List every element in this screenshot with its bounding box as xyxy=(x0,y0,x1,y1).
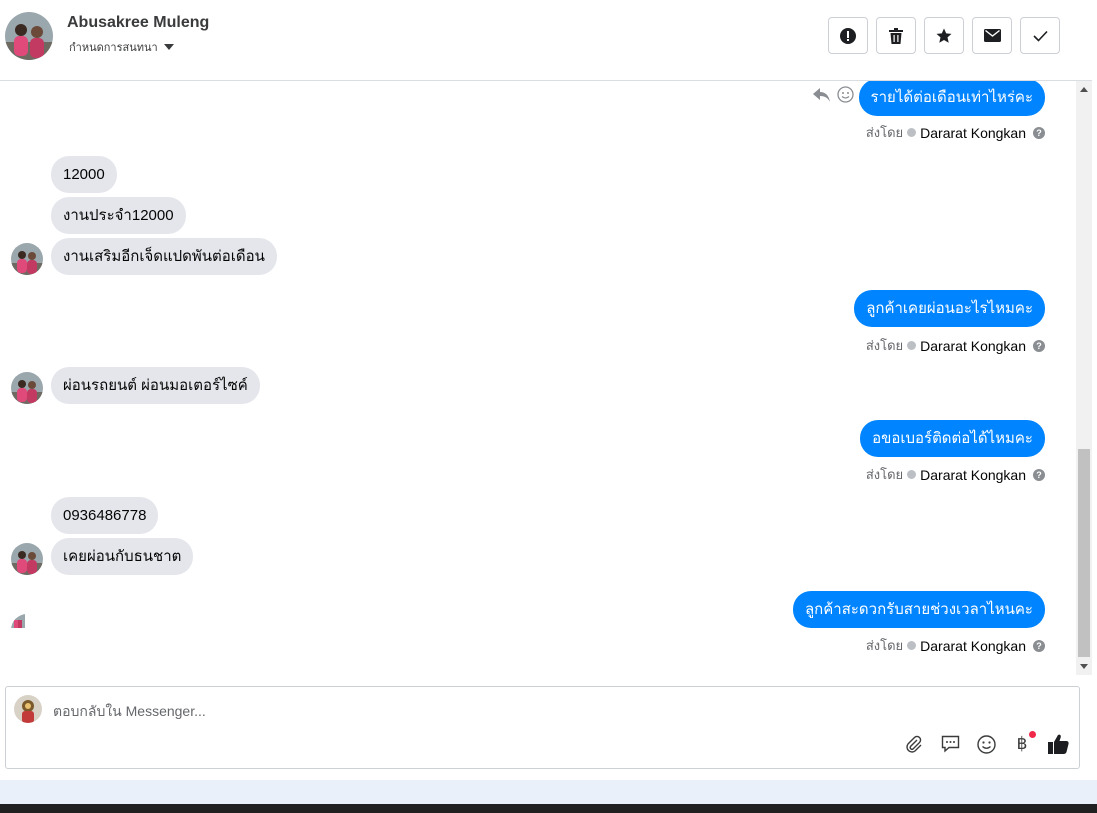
outgoing-message[interactable]: รายได้ต่อเดือนเท่าไหร่คะ xyxy=(858,81,1045,116)
incoming-message[interactable]: งานเสริมอีกเจ็ดแปดพันต่อเดือน xyxy=(51,238,277,275)
like-button[interactable] xyxy=(1047,733,1069,755)
thumbs-up-icon xyxy=(1047,734,1069,754)
reply-icon[interactable] xyxy=(813,87,831,103)
paperclip-icon xyxy=(906,735,922,753)
sent-by-label: ส่งโดย xyxy=(865,638,904,653)
page-footer-strip xyxy=(0,780,1097,804)
star-button[interactable] xyxy=(924,17,964,54)
mark-done-button[interactable] xyxy=(1020,17,1060,54)
incoming-message[interactable]: เคยผ่อนกับธนชาต xyxy=(51,538,194,575)
agent-name[interactable]: Dararat Kongkan xyxy=(920,338,1026,354)
caret-down-icon xyxy=(163,43,174,50)
sent-check-icon xyxy=(907,341,917,350)
outgoing-message[interactable]: ลูกค้าเคยผ่อนอะไรไหมคะ xyxy=(854,290,1045,327)
reply-input[interactable] xyxy=(53,701,953,721)
help-icon[interactable]: ? xyxy=(1033,639,1045,652)
incoming-message[interactable]: ผ่อนรถยนต์ ผ่อนมอเตอร์ไซค์ xyxy=(51,367,260,404)
page-avatar xyxy=(14,695,42,723)
sent-check-icon xyxy=(907,641,917,650)
saved-replies-button[interactable] xyxy=(939,733,961,755)
sent-by-row: ส่งโดย Dararat Kongkan ? xyxy=(866,122,1045,143)
react-icon[interactable] xyxy=(837,86,854,103)
delete-button[interactable] xyxy=(876,17,916,54)
composer-toolbar: ฿ xyxy=(903,731,1069,755)
reply-composer: ฿ xyxy=(5,686,1080,769)
scroll-up-arrow[interactable] xyxy=(1080,87,1088,92)
sent-by-row: ส่งโดย Dararat Kongkan ? xyxy=(866,464,1045,485)
star-icon xyxy=(936,28,952,43)
conversation-header: Abusakree Muleng กำหนดการสนทนา xyxy=(0,0,1092,81)
sent-by-row: ส่งโดย Dararat Kongkan ? xyxy=(866,335,1045,356)
sent-by-row: ส่งโดย Dararat Kongkan ? xyxy=(866,635,1045,656)
contact-avatar-small xyxy=(11,372,43,404)
sent-check-icon xyxy=(907,128,917,137)
exclamation-icon xyxy=(840,27,856,44)
sent-by-label: ส่งโดย xyxy=(865,338,904,353)
mark-unread-button[interactable] xyxy=(972,17,1012,54)
scroll-down-arrow[interactable] xyxy=(1080,664,1088,669)
contact-avatar[interactable] xyxy=(5,12,53,60)
assign-conversation-dropdown[interactable]: กำหนดการสนทนา xyxy=(69,38,174,56)
incoming-message[interactable]: 12000 xyxy=(51,156,117,193)
incoming-message[interactable]: 0936486778 xyxy=(51,497,159,534)
seen-avatar xyxy=(11,614,43,646)
attach-button[interactable] xyxy=(903,733,925,755)
help-icon[interactable]: ? xyxy=(1033,339,1045,352)
os-taskbar xyxy=(0,804,1097,813)
message-actions xyxy=(813,86,854,103)
contact-name[interactable]: Abusakree Muleng xyxy=(67,14,209,32)
help-icon[interactable]: ? xyxy=(1033,126,1045,139)
sent-check-icon xyxy=(907,470,917,479)
contact-avatar-small xyxy=(11,243,43,275)
agent-name[interactable]: Dararat Kongkan xyxy=(920,638,1026,654)
check-icon xyxy=(1032,30,1048,42)
envelope-icon xyxy=(983,29,1001,42)
conversation-toolbar xyxy=(828,17,1060,54)
emoji-icon xyxy=(976,734,996,754)
sent-by-label: ส่งโดย xyxy=(865,125,904,140)
inbox-conversation-view: Abusakree Muleng กำหนดการสนทนา รายได้ต่อ… xyxy=(0,0,1097,813)
incoming-message[interactable]: งานประจำ12000 xyxy=(51,197,186,234)
outgoing-message[interactable]: อขอเบอร์ติดต่อได้ไหมคะ xyxy=(860,420,1045,457)
notification-dot xyxy=(1029,731,1036,738)
thread-scrollbar[interactable] xyxy=(1076,81,1092,675)
scroll-thumb[interactable] xyxy=(1078,449,1090,657)
outgoing-message[interactable]: ลูกค้าสะดวกรับสายช่วงเวลาไหนคะ xyxy=(792,591,1045,628)
help-icon[interactable]: ? xyxy=(1033,468,1045,481)
agent-name[interactable]: Dararat Kongkan xyxy=(920,467,1026,483)
sent-by-label: ส่งโดย xyxy=(865,467,904,482)
baht-icon: ฿ xyxy=(1016,734,1028,754)
contact-avatar-small xyxy=(11,543,43,575)
saved-reply-icon xyxy=(941,735,959,753)
trash-icon xyxy=(889,27,903,44)
payment-button[interactable]: ฿ xyxy=(1011,731,1036,755)
emoji-button[interactable] xyxy=(975,733,997,755)
agent-name[interactable]: Dararat Kongkan xyxy=(920,125,1026,141)
mark-spam-button[interactable] xyxy=(828,17,868,54)
assign-conversation-label: กำหนดการสนทนา xyxy=(69,42,158,54)
message-thread[interactable]: รายได้ต่อเดือนเท่าไหร่คะ ส่งโดย Dararat … xyxy=(0,81,1076,675)
